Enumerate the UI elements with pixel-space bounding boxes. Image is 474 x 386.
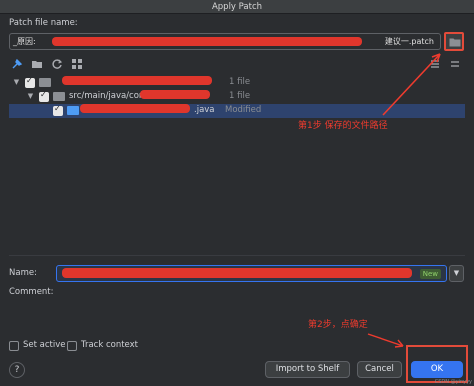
annotation-step1: 第1步 保存的文件路径	[298, 121, 388, 131]
annotation-step2: 第2步，点确定	[308, 320, 368, 330]
annotation-arrows	[367, 53, 441, 348]
watermark: CSDN @yinyyy	[434, 379, 472, 385]
